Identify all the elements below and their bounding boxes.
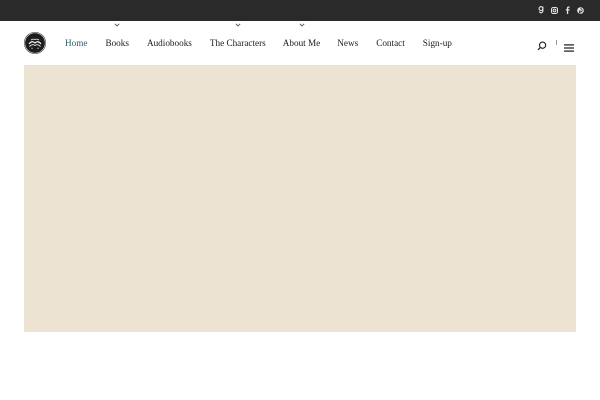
nav-item-books[interactable]: Books — [105, 23, 129, 49]
nav-item-contact[interactable]: Contact — [376, 38, 405, 49]
pinterest-icon[interactable] — [576, 5, 584, 15]
chevron-down-icon — [298, 23, 305, 27]
nav-item-label: Home — [65, 38, 88, 48]
hamburger-menu-icon[interactable] — [564, 39, 574, 52]
nav-item-label: Contact — [376, 38, 405, 48]
primary-navigation: Home Books Audiobooks The Characters Abo… — [65, 23, 452, 49]
book-logo-icon[interactable] — [24, 32, 46, 54]
search-icon[interactable] — [537, 38, 547, 51]
nav-item-label: News — [337, 38, 359, 48]
social-links — [537, 5, 584, 15]
nav-item-label: About Me — [282, 38, 321, 48]
nav-item-audiobooks[interactable]: Audiobooks — [147, 38, 192, 49]
goodreads-icon[interactable] — [537, 5, 545, 15]
facebook-icon[interactable] — [563, 5, 571, 15]
hero-banner — [24, 65, 576, 332]
nav-item-label: Books — [105, 38, 129, 48]
nav-item-news[interactable]: News — [337, 38, 358, 49]
section-heading-partial — [255, 394, 315, 400]
instagram-icon[interactable] — [550, 5, 558, 15]
top-bar — [0, 0, 600, 21]
nav-item-sign-up[interactable]: Sign-up — [423, 38, 452, 49]
nav-item-about-me[interactable]: About Me — [282, 23, 321, 49]
header-divider — [556, 40, 557, 45]
chevron-down-icon — [235, 23, 241, 27]
nav-item-label: The Characters — [209, 38, 266, 48]
nav-item-label: Audiobooks — [146, 38, 192, 48]
main-header: Home Books Audiobooks The Characters Abo… — [0, 21, 600, 65]
nav-item-home[interactable]: Home — [65, 38, 87, 49]
nav-item-the-characters[interactable]: The Characters — [209, 23, 266, 49]
nav-item-label: Sign-up — [422, 38, 452, 48]
chevron-down-icon — [114, 23, 120, 27]
